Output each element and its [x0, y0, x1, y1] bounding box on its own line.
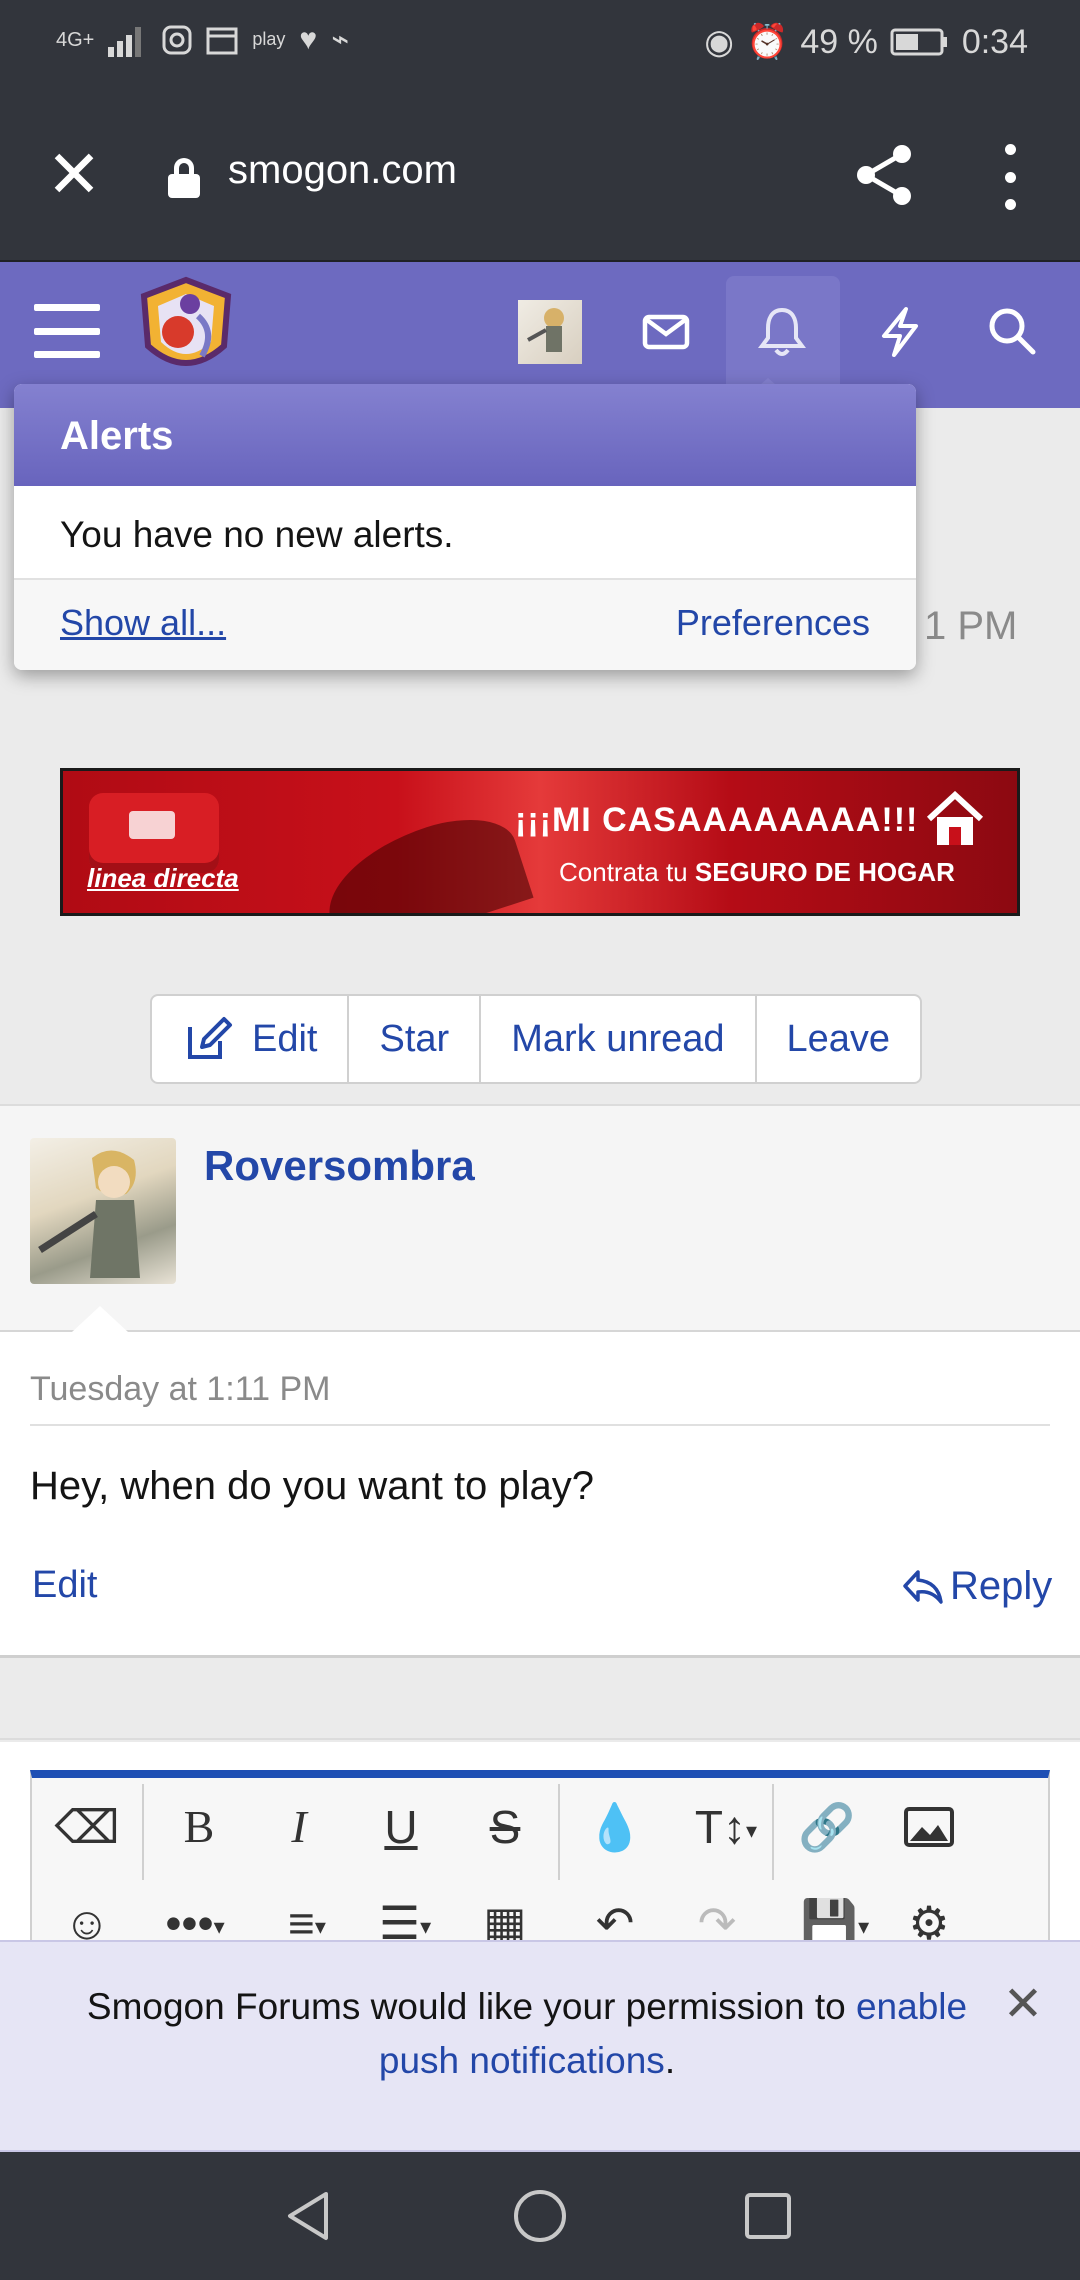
recents-icon[interactable] [738, 2186, 798, 2246]
divider [558, 1784, 560, 1880]
strikethrough-icon[interactable]: S [470, 1792, 540, 1862]
show-all-link[interactable]: Show all... [60, 602, 226, 644]
search-icon[interactable] [980, 300, 1044, 364]
signal-icon [108, 26, 142, 57]
conversation-actions: Edit Star Mark unread Leave [150, 994, 923, 1084]
clock-time: 0:34 [961, 22, 1028, 61]
eraser-icon[interactable]: ⌫ [52, 1792, 122, 1862]
message-text: Hey, when do you want to play? [30, 1464, 595, 1508]
divider [772, 1784, 774, 1880]
alerts-empty-message: You have no new alerts. [14, 486, 916, 580]
bold-icon[interactable]: B [164, 1792, 234, 1862]
avatar[interactable] [30, 1138, 176, 1284]
message-pointer [72, 1306, 128, 1332]
status-bar: 4G+ play ♥ ⌁ ◉ ⏰ 49 % 0:34 [0, 0, 1080, 90]
instagram-icon [162, 25, 192, 54]
share-icon[interactable] [850, 140, 920, 210]
link-icon[interactable]: 🔗 [792, 1792, 862, 1862]
message-date[interactable]: Tuesday at 1:11 PM [30, 1370, 331, 1409]
divider [30, 1424, 1050, 1426]
push-notification-text: Smogon Forums would like your permission… [86, 1986, 968, 2081]
ad-subtext: Contrata tu SEGURO DE HOGAR [559, 857, 955, 887]
thread-time-fragment: 1 PM [924, 604, 1018, 648]
image-icon[interactable] [894, 1792, 964, 1862]
lock-icon [168, 158, 200, 198]
network-label: 4G+ [56, 28, 95, 51]
message-edit-link[interactable]: Edit [32, 1564, 97, 1607]
ad-headline: ¡¡¡MI CASAAAAAAAA!!! [515, 801, 919, 839]
divider [142, 1784, 144, 1880]
italic-icon[interactable]: I [264, 1792, 334, 1862]
edit-button[interactable]: Edit [152, 996, 350, 1082]
home-icon[interactable] [510, 2186, 570, 2246]
edit-icon [188, 1017, 232, 1059]
phone-icon [89, 793, 219, 873]
menu-icon[interactable] [34, 304, 100, 358]
message-username[interactable]: Roversombra [204, 1142, 475, 1190]
lightning-icon[interactable] [868, 300, 932, 364]
browser-toolbar: ✕ smogon.com [0, 90, 1080, 262]
alerts-footer: Show all... Preferences [14, 580, 916, 670]
house-icon [926, 791, 984, 845]
star-button[interactable]: Star [349, 996, 482, 1082]
reply-icon [903, 1569, 943, 1604]
underline-icon[interactable]: U [366, 1792, 436, 1862]
mail-icon[interactable] [634, 300, 698, 364]
close-icon[interactable]: ✕ [998, 1980, 1048, 2030]
alerts-title: Alerts [14, 384, 916, 486]
close-icon[interactable]: ✕ [40, 140, 108, 208]
play-icon: play [252, 29, 286, 49]
preferences-link[interactable]: Preferences [676, 602, 870, 644]
calendar-icon [206, 27, 238, 54]
back-icon[interactable] [280, 2186, 340, 2246]
alarm-icon: ⏰ [745, 23, 789, 61]
advertisement-banner[interactable]: linea directa ¡¡¡MI CASAAAAAAAA!!! Contr… [60, 768, 1020, 916]
usb-icon: ⌁ [331, 23, 350, 56]
battery-percent: 49 % [800, 22, 878, 61]
ad-shadow-graphic [312, 802, 534, 913]
reply-button[interactable]: Reply [902, 1564, 1052, 1609]
color-drop-icon[interactable]: 💧 [580, 1792, 650, 1862]
mark-unread-button[interactable]: Mark unread [481, 996, 757, 1082]
ad-brand: linea directa [87, 863, 239, 893]
alerts-dropdown: Alerts You have no new alerts. Show all.… [14, 384, 916, 670]
more-options-icon[interactable] [990, 144, 1030, 210]
smogon-logo[interactable] [136, 276, 236, 382]
section-gap [0, 1660, 1080, 1740]
battery-icon [890, 28, 947, 56]
user-avatar-small[interactable] [518, 300, 582, 364]
bell-icon[interactable] [750, 300, 814, 364]
font-size-icon[interactable]: T↕▾ [676, 1792, 776, 1862]
url-text[interactable]: smogon.com [228, 148, 457, 193]
heart-icon: ♥ [299, 22, 318, 56]
status-left: 4G+ play ♥ ⌁ [56, 22, 349, 57]
eye-icon: ◉ [704, 23, 734, 61]
leave-button[interactable]: Leave [757, 996, 921, 1082]
status-right: ◉ ⏰ 49 % 0:34 [704, 22, 1028, 62]
